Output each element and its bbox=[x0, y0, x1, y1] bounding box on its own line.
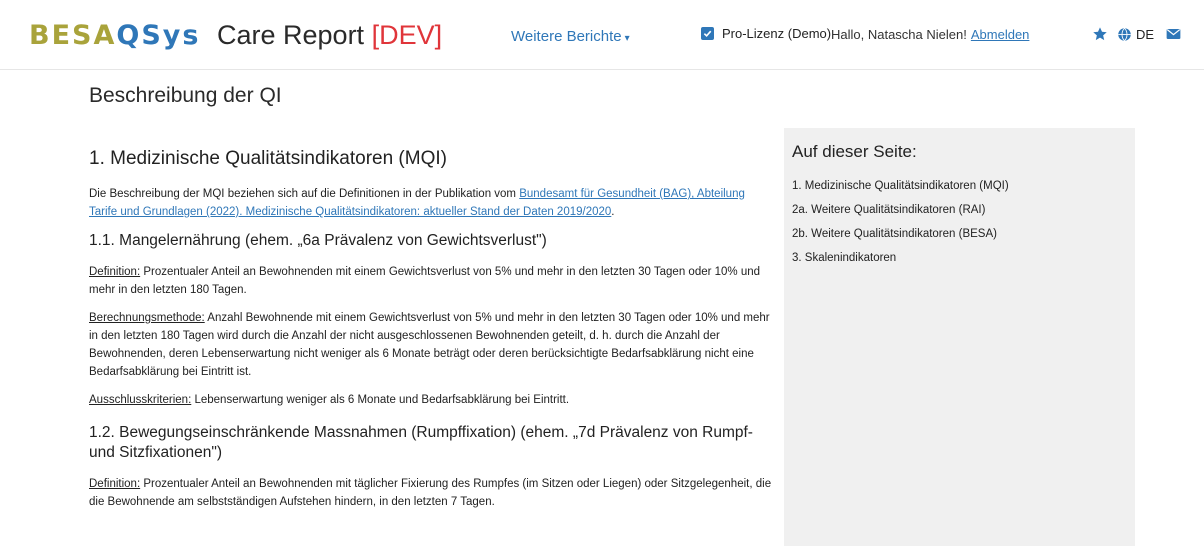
greeting-text: Hallo, Natascha Nielen! bbox=[831, 27, 967, 42]
caret-down-icon: ▾ bbox=[624, 33, 630, 44]
intro-text: Die Beschreibung der MQI beziehen sich a… bbox=[89, 188, 520, 200]
toc-item-rai[interactable]: 2a. Weitere Qualitätsindikatoren (RAI) bbox=[792, 198, 1127, 222]
definition-text: Prozentualer Anteil an Bewohnenden mit e… bbox=[89, 266, 761, 296]
license-label: Pro-Lizenz (Demo) bbox=[722, 26, 832, 41]
main-content: 1. Medizinische Qualitätsindikatoren (MQ… bbox=[89, 147, 774, 521]
license-checkbox[interactable] bbox=[701, 27, 714, 40]
subsection-heading-1-1: 1.1. Mangelernährung (ehem. „6a Prävalen… bbox=[89, 232, 547, 249]
logout-link[interactable]: Abmelden bbox=[971, 27, 1030, 42]
calculation-label: Berechnungsmethode: bbox=[89, 312, 205, 324]
toc-heading: Auf dieser Seite: bbox=[792, 142, 917, 161]
env-tag: [DEV] bbox=[371, 20, 443, 50]
exclusion-paragraph: Ausschlusskriterien: Lebenserwartung wen… bbox=[89, 391, 774, 409]
definition-paragraph-1-2: Definition: Prozentualer Anteil an Bewoh… bbox=[89, 475, 774, 511]
section-intro: Die Beschreibung der MQI beziehen sich a… bbox=[89, 185, 774, 221]
section-heading-mqi: 1. Medizinische Qualitätsindikatoren (MQ… bbox=[89, 148, 447, 169]
app-title: Care Report [DEV] bbox=[217, 18, 442, 52]
besaqsys-logo[interactable]: BESAQSys bbox=[29, 20, 200, 52]
on-this-page-sidebar: Auf dieser Seite: 1. Medizinische Qualit… bbox=[784, 128, 1135, 546]
user-greeting: Hallo, Natascha Nielen! Abmelden bbox=[831, 27, 1029, 42]
definition-text-1-2: Prozentualer Anteil an Bewohnenden mit t… bbox=[89, 478, 772, 508]
top-navbar: BESAQSys Care Report [DEV] Weitere Beric… bbox=[0, 0, 1204, 70]
check-icon bbox=[703, 30, 712, 38]
toc-item-besa[interactable]: 2b. Weitere Qualitätsindikatoren (BESA) bbox=[792, 222, 1127, 246]
definition-paragraph: Definition: Prozentualer Anteil an Bewoh… bbox=[89, 263, 774, 299]
logo-part-besa: BESA bbox=[29, 20, 117, 51]
subsection-heading-1-2: 1.2. Bewegungseinschränkende Massnahmen … bbox=[89, 424, 753, 461]
license-toggle[interactable]: Pro-Lizenz (Demo) bbox=[701, 26, 831, 41]
reports-dropdown[interactable]: Weitere Berichte ▾ bbox=[511, 28, 630, 45]
definition-label-1-2: Definition: bbox=[89, 478, 141, 490]
globe-icon[interactable] bbox=[1117, 27, 1132, 42]
definition-label: Definition: bbox=[89, 266, 141, 278]
mail-icon[interactable] bbox=[1166, 28, 1181, 40]
intro-suffix: . bbox=[611, 206, 615, 218]
star-icon[interactable] bbox=[1092, 26, 1108, 42]
exclusion-text: Lebenserwartung weniger als 6 Monate und… bbox=[191, 394, 570, 406]
toc-item-mqi[interactable]: 1. Medizinische Qualitätsindikatoren (MQ… bbox=[792, 174, 1127, 198]
language-selector[interactable]: DE bbox=[1136, 27, 1154, 42]
page-title: Beschreibung der QI bbox=[89, 84, 282, 107]
exclusion-label: Ausschlusskriterien: bbox=[89, 394, 192, 406]
toc-item-skalen[interactable]: 3. Skalenindikatoren bbox=[792, 246, 1127, 270]
logo-part-qsys: QSys bbox=[116, 20, 201, 51]
header-icons: DE bbox=[1092, 26, 1181, 42]
reports-dropdown-label: Weitere Berichte bbox=[511, 28, 622, 45]
calculation-paragraph: Berechnungsmethode: Anzahl Bewohnende mi… bbox=[89, 309, 774, 381]
app-title-text: Care Report bbox=[217, 20, 365, 50]
